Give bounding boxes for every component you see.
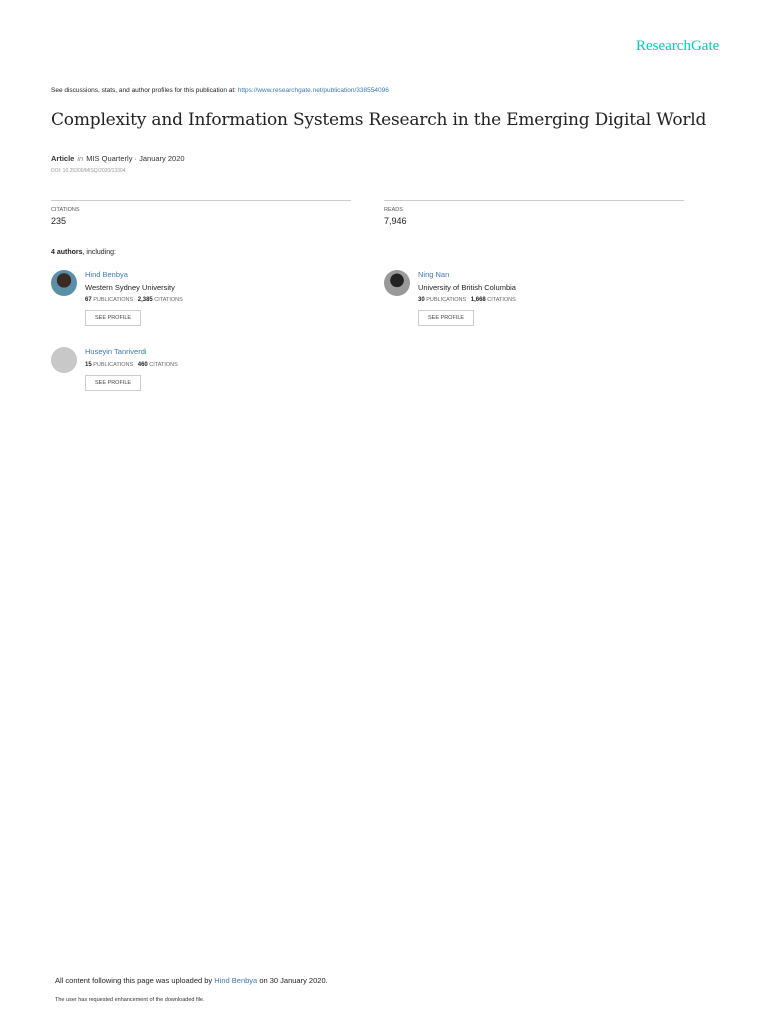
see-profile-button[interactable]: SEE PROFILE: [418, 310, 475, 326]
see-profile-button[interactable]: SEE PROFILE: [85, 310, 142, 326]
uploader-link[interactable]: Hind Benbya: [214, 976, 257, 985]
avatar[interactable]: [51, 270, 77, 296]
cover-page: ResearchGate See discussions, stats, and…: [51, 38, 720, 1003]
doi: DOI: 10.25300/MISQ/2020/13304: [51, 168, 126, 174]
upload-note: All content following this page was uplo…: [55, 976, 328, 985]
author-name[interactable]: Ning Nan: [418, 270, 516, 279]
journal: MIS Quarterly · January 2020: [86, 154, 185, 163]
see-profile-button[interactable]: SEE PROFILE: [85, 375, 142, 391]
publication-title: Complexity and Information Systems Resea…: [51, 110, 707, 130]
avatar[interactable]: [384, 270, 410, 296]
publication-meta: Article in MIS Quarterly · January 2020: [51, 154, 185, 163]
reads-stat: READS 7,946: [384, 200, 684, 226]
author-name[interactable]: Huseyin Tanriverdi: [85, 347, 178, 356]
researchgate-logo[interactable]: ResearchGate: [636, 38, 719, 55]
disclaimer: See discussions, stats, and author profi…: [51, 87, 389, 94]
publication-link[interactable]: https://www.researchgate.net/publication…: [238, 87, 389, 94]
authors-heading: 4 authors, including:: [51, 249, 116, 256]
citations-stat: CITATIONS 235: [51, 200, 351, 226]
default-avatar-icon[interactable]: [51, 347, 77, 373]
author-name[interactable]: Hind Benbya: [85, 270, 183, 279]
enhancement-note: The user has requested enhancement of th…: [55, 997, 205, 1003]
